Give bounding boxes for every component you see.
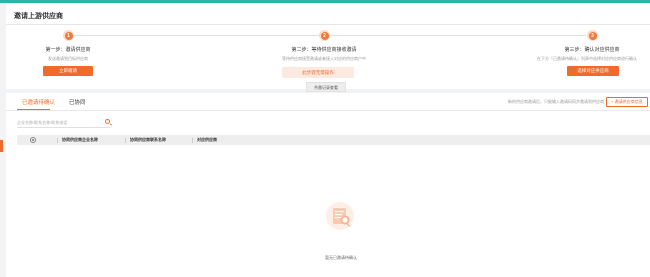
title-divider [6, 24, 650, 25]
no-action-button: 此步骤无需操作 [282, 67, 354, 78]
tabs-divider [6, 110, 650, 111]
step-connector [331, 35, 586, 36]
step-1-badge: 1 [63, 30, 74, 41]
add-supplier-invite-button[interactable]: + 邀请供应商信息 [606, 97, 648, 107]
invite-now-button[interactable]: 立即邀请 [43, 66, 93, 76]
column-divider [57, 138, 58, 143]
search-icon[interactable] [105, 119, 110, 124]
search-input[interactable] [17, 118, 97, 127]
search-box [17, 118, 110, 128]
select-supplier-button[interactable]: 选择对应供应商 [567, 66, 619, 76]
invite-hint-text: 新的供应商邀请后，只能输入邀请码同步邀请到供应商 [508, 99, 604, 104]
invite-records-button[interactable]: 共邀记录查看 [306, 82, 346, 92]
step-1-description: 发送邀请到目标供应商 [48, 56, 88, 61]
tab-collaborated[interactable]: 已协同 [69, 98, 86, 106]
step-3-title: 第三步：确认对应供应商 [564, 47, 620, 53]
invite-steps-panel: 邀请上游供应商 1 第一步：邀请供应商 发送邀请到目标供应商 立即邀请 2 第二… [6, 3, 650, 92]
tab-pending-confirmation[interactable]: 已邀请待确认 [22, 98, 55, 106]
page-title: 邀请上游供应商 [14, 13, 63, 20]
table-header: 协同供应商企业名称 协同供应商联系名称 对应供应商 [17, 135, 650, 145]
column-divider [125, 138, 126, 143]
supplier-list-panel: 已邀请待确认 已协同 新的供应商邀请后，只能输入邀请码同步邀请到供应商 + 邀请… [6, 93, 650, 277]
step-1-title: 第一步：邀请供应商 [45, 47, 91, 53]
empty-state-text: 暂无已邀请待确认 [325, 255, 357, 260]
column-header-matched-supplier: 对应供应商 [197, 137, 217, 142]
step-3-badge: 3 [587, 30, 598, 41]
step-2-badge: 2 [319, 30, 330, 41]
gear-icon[interactable] [30, 137, 36, 143]
empty-state-icon [326, 202, 354, 230]
side-drawer-tab[interactable] [0, 140, 3, 152]
column-divider [192, 138, 193, 143]
column-header-contact-name: 协同供应商联系名称 [130, 137, 166, 142]
step-2-description: 等待供应商接受邀请或者接入对应的供应商户中 [282, 56, 366, 61]
column-header-supplier-name: 协同供应商企业名称 [62, 137, 98, 142]
step-3-description: 在下方『已邀请待确认』列表中选择对应供应商进行确认 [537, 56, 637, 61]
step-2-title: 第二步：等待供应商接收邀请 [291, 47, 357, 53]
step-connector [74, 35, 319, 36]
